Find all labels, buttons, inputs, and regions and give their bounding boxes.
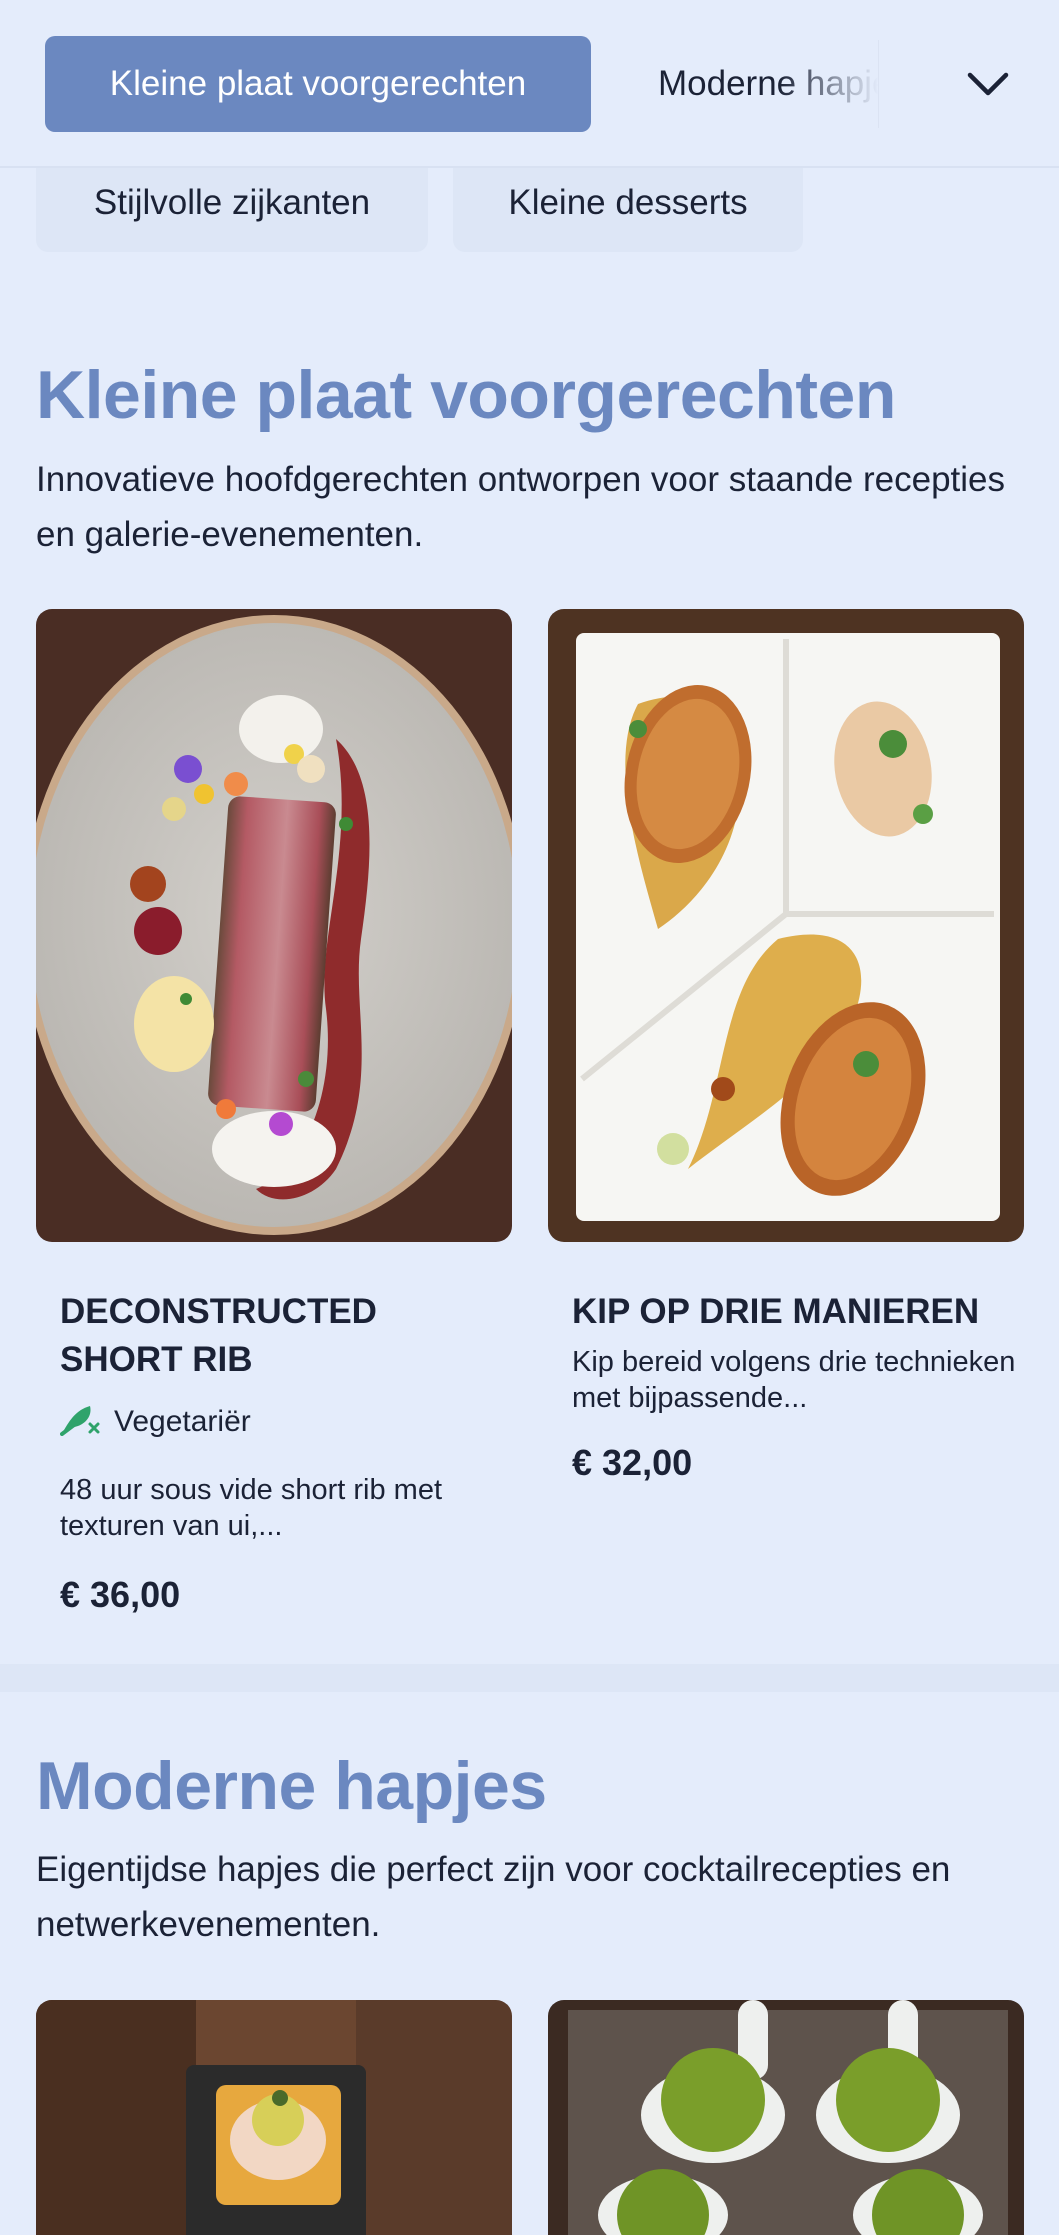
category-tab-desserts[interactable]: Kleine desserts bbox=[453, 168, 803, 252]
section-description: Innovatieve hoofdgerechten ontworpen voo… bbox=[36, 460, 1005, 554]
dish-image-chicken[interactable] bbox=[548, 609, 1024, 1242]
vegetarian-leaf-icon bbox=[60, 1400, 102, 1444]
category-nav: Kleine plaat voorgerechten Moderne hapje… bbox=[0, 0, 1059, 168]
nav-divider bbox=[878, 40, 879, 128]
dish-image-green-spheres[interactable] bbox=[548, 2000, 1024, 2235]
section-divider bbox=[0, 1664, 1059, 1692]
category-tab-active[interactable]: Kleine plaat voorgerechten bbox=[45, 36, 591, 132]
dish-name[interactable]: Deconstructed Short Rib bbox=[60, 1288, 500, 1384]
category-tab-next[interactable]: Moderne hapjes bbox=[658, 36, 878, 132]
dish-description: 48 uur sous vide short rib met texturen … bbox=[60, 1474, 443, 1542]
category-tab-sides[interactable]: Stijlvolle zijkanten bbox=[36, 168, 428, 252]
dish-image-canape[interactable] bbox=[36, 2000, 512, 2235]
dish-image-short-rib[interactable] bbox=[36, 609, 512, 1242]
dish-price: € 32,00 bbox=[572, 1442, 693, 1483]
dish-price: € 36,00 bbox=[60, 1574, 181, 1615]
section-title: Moderne hapjes bbox=[36, 1748, 547, 1824]
dish-name[interactable]: Kip op drie manieren bbox=[572, 1288, 1032, 1336]
section-title: Kleine plaat voorgerechten bbox=[36, 357, 896, 433]
category-row-2: Stijlvolle zijkanten Kleine desserts bbox=[0, 168, 1059, 258]
dish-tag: Vegetariër bbox=[60, 1400, 251, 1444]
dish-tag-label: Vegetariër bbox=[114, 1405, 251, 1438]
dish-description: Kip bereid volgens drie technieken met b… bbox=[572, 1346, 1016, 1414]
section-description: Eigentijdse hapjes die perfect zijn voor… bbox=[36, 1850, 951, 1944]
chevron-down-icon[interactable] bbox=[958, 58, 1018, 110]
